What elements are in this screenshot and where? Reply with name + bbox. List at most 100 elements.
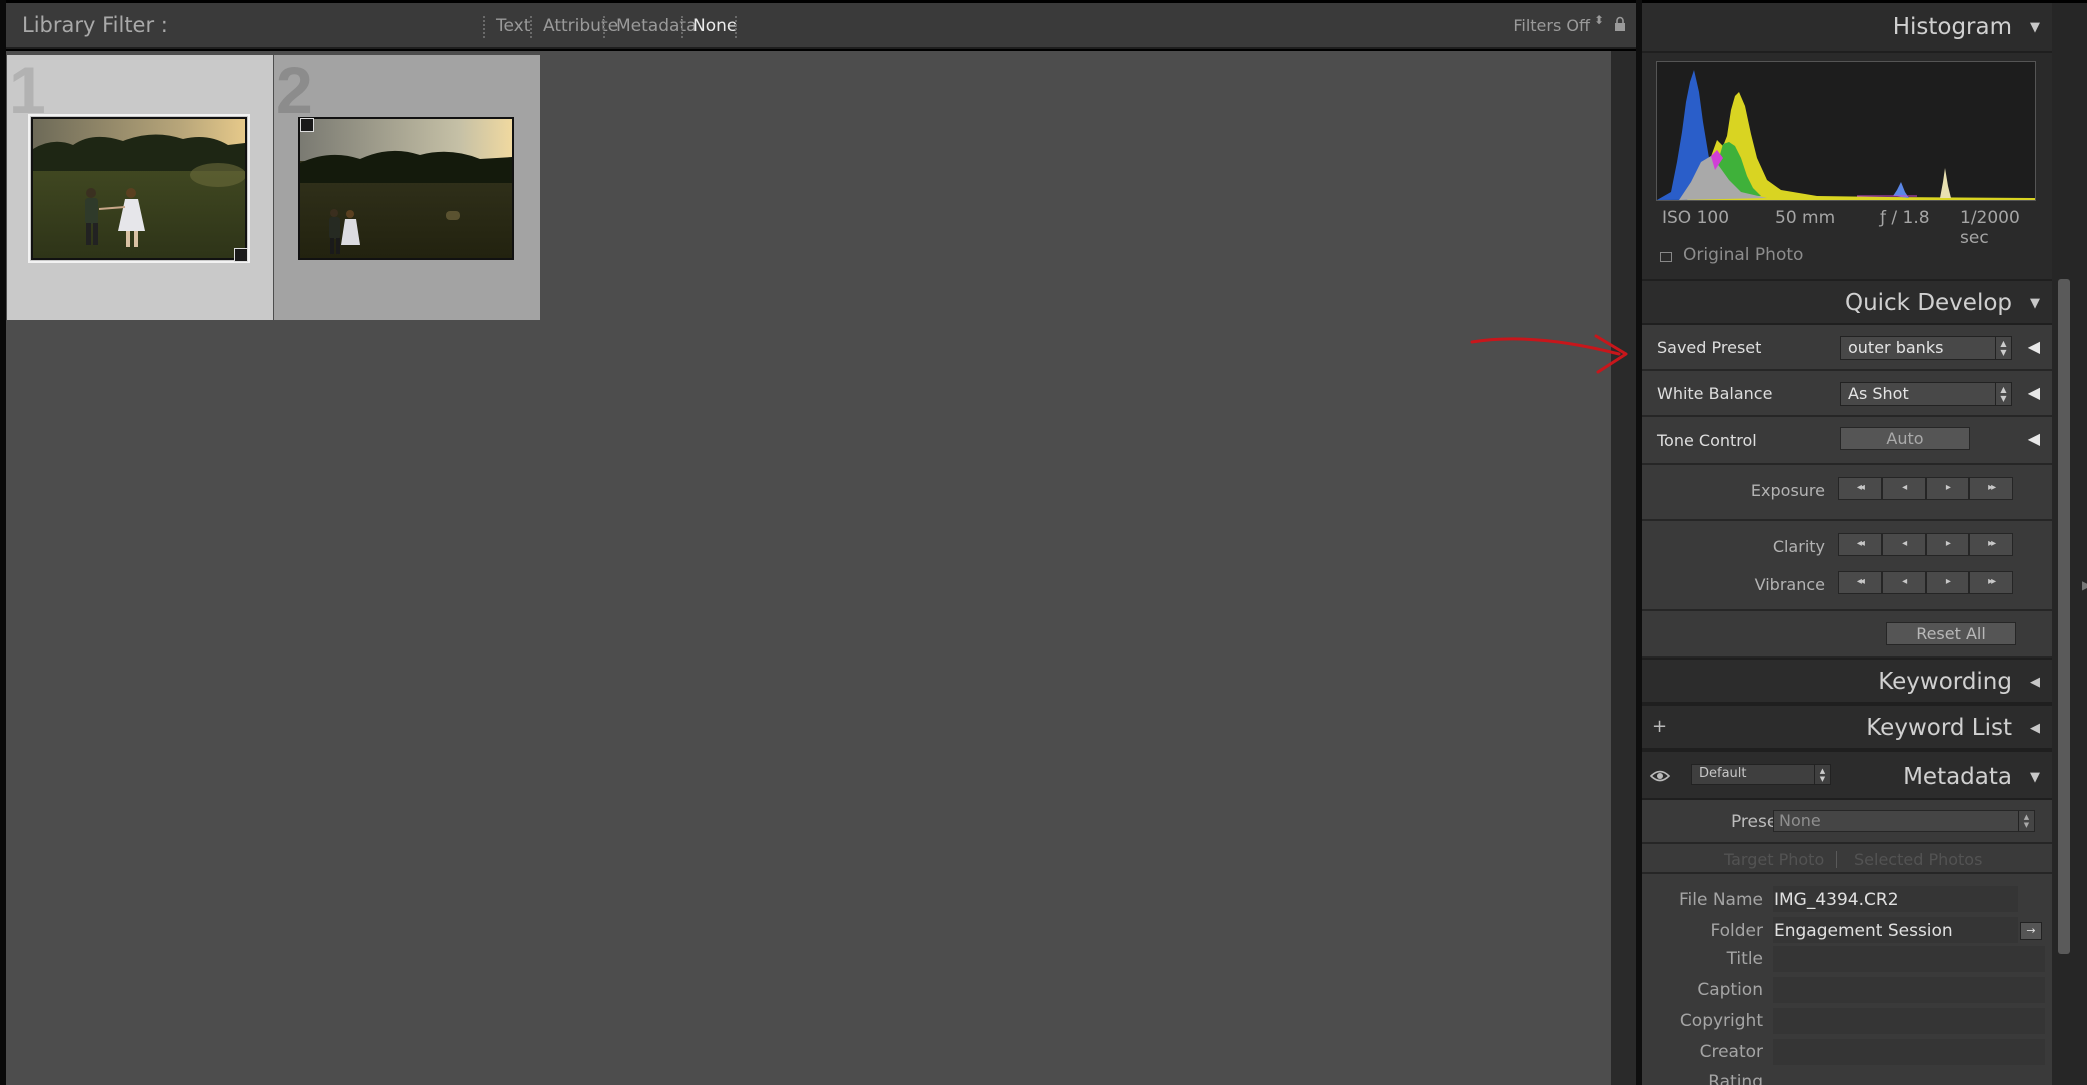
target-photo-option[interactable]: Target Photo	[1724, 850, 1824, 869]
histogram-header[interactable]: Histogram ▼	[1642, 3, 2052, 53]
metadata-header[interactable]: Default ▲ ▼ Metadata ▼	[1642, 750, 2052, 800]
vibrance-stepper: ◂◂ ◂ ▸ ▸▸	[1838, 571, 2013, 594]
vibrance-decrease-large-button[interactable]: ◂◂	[1838, 571, 1882, 594]
library-filter-bar: Library Filter : Text Attribute Metadata…	[6, 3, 1636, 49]
vibrance-label: Vibrance	[1754, 575, 1825, 594]
triangle-down-icon[interactable]: ▼	[2030, 770, 2040, 785]
tone-control-row: Tone Control Auto ◀	[1642, 417, 2052, 465]
exif-focal-length: 50 mm	[1775, 208, 1836, 228]
filter-separator	[483, 16, 485, 38]
vibrance-increase-large-button[interactable]: ▸▸	[1969, 571, 2013, 594]
clarity-decrease-button[interactable]: ◂	[1881, 533, 1926, 556]
folder-label: Folder	[1710, 921, 1763, 941]
vibrance-decrease-button[interactable]: ◂	[1881, 571, 1926, 594]
keywording-header[interactable]: Keywording ◀	[1642, 658, 2052, 704]
chevron-updown-icon[interactable]: ⬍	[1594, 14, 1604, 26]
reset-all-button[interactable]: Reset All	[1886, 622, 2016, 645]
filter-separator	[530, 16, 532, 38]
exif-iso: ISO 100	[1662, 208, 1730, 228]
clarity-stepper: ◂◂ ◂ ▸ ▸▸	[1838, 533, 2013, 556]
triangle-left-icon[interactable]: ◀	[2028, 337, 2040, 356]
photo-thumbnail[interactable]	[28, 114, 250, 263]
go-to-folder-icon[interactable]: →	[2020, 922, 2042, 940]
triangle-left-icon[interactable]: ◀	[2030, 721, 2040, 736]
photo-thumbnail[interactable]	[298, 117, 514, 260]
selected-photos-option[interactable]: Selected Photos	[1854, 850, 1982, 869]
right-panel: Histogram ▼ ISO 100 50 mm ƒ / 1.8 1/2000…	[1642, 3, 2052, 1085]
reset-all-row: Reset All	[1642, 611, 2052, 658]
eye-icon[interactable]	[1650, 768, 1670, 784]
quick-develop-header[interactable]: Quick Develop ▼	[1642, 279, 2052, 325]
tone-control-label: Tone Control	[1657, 431, 1757, 450]
filter-separator	[735, 16, 737, 38]
saved-preset-select[interactable]: outer banks ▲ ▼	[1840, 336, 2012, 360]
virtual-copy-badge-icon[interactable]	[300, 118, 314, 132]
presence-rows: Clarity ◂◂ ◂ ▸ ▸▸ Vibrance ◂◂ ◂ ▸ ▸▸	[1642, 521, 2052, 611]
panel-scrollbar[interactable]: ▶	[2052, 3, 2087, 1085]
original-photo-checkbox[interactable]	[1660, 252, 1672, 262]
clarity-decrease-large-button[interactable]: ◂◂	[1838, 533, 1882, 556]
saved-preset-value: outer banks	[1848, 338, 1944, 357]
exposure-label: Exposure	[1750, 481, 1825, 500]
filters-off-dropdown[interactable]: Filters Off	[1513, 16, 1590, 35]
exposure-row: Exposure ◂◂ ◂ ▸ ▸▸	[1642, 465, 2052, 521]
panel-scrollbar-thumb[interactable]	[2058, 279, 2070, 954]
file-name-label: File Name	[1678, 890, 1763, 910]
exposure-decrease-large-button[interactable]: ◂◂	[1838, 477, 1882, 500]
filter-separator	[603, 16, 605, 38]
caption-field[interactable]	[1773, 977, 2045, 1003]
title-field[interactable]	[1773, 946, 2045, 972]
add-keyword-button[interactable]: +	[1652, 716, 1667, 737]
filter-tab-attribute[interactable]: Attribute	[543, 16, 618, 36]
vibrance-increase-button[interactable]: ▸	[1925, 571, 1970, 594]
clarity-increase-large-button[interactable]: ▸▸	[1969, 533, 2013, 556]
chevron-updown-icon: ▲ ▼	[1995, 383, 2011, 405]
metadata-view-select[interactable]: Default ▲ ▼	[1691, 764, 1831, 785]
develop-adjusted-badge-icon[interactable]	[234, 248, 248, 262]
grid-scrollbar-track[interactable]	[1611, 51, 1636, 1085]
target-selection-row: Target Photo Selected Photos	[1642, 846, 2052, 874]
metadata-preset-row: Preset None ▲ ▼	[1642, 800, 2052, 844]
exposure-decrease-button[interactable]: ◂	[1881, 477, 1926, 500]
triangle-left-icon[interactable]: ◀	[2030, 675, 2040, 690]
cell-index: 2	[276, 53, 313, 127]
grid-cell[interactable]: 1	[7, 55, 273, 320]
grid-cell[interactable]: 2	[274, 55, 540, 320]
exposure-increase-large-button[interactable]: ▸▸	[1969, 477, 2013, 500]
caption-label: Caption	[1697, 980, 1763, 1000]
filter-tab-metadata[interactable]: Metadata	[616, 16, 697, 36]
filter-tab-text[interactable]: Text	[496, 16, 530, 36]
cell-index: 1	[9, 53, 46, 127]
triangle-down-icon[interactable]: ▼	[2030, 20, 2040, 35]
keyword-list-title: Keyword List	[1866, 715, 2012, 741]
metadata-body: Preset None ▲ ▼ Target Photo Selected Pho…	[1642, 800, 2052, 1085]
triangle-left-icon[interactable]: ◀	[2028, 383, 2040, 402]
auto-tone-button[interactable]: Auto	[1840, 427, 1970, 450]
divider	[1836, 851, 1837, 868]
metadata-preset-select[interactable]: None ▲ ▼	[1773, 810, 2035, 832]
exif-aperture: ƒ / 1.8	[1880, 208, 1930, 228]
chevron-updown-icon: ▲ ▼	[2018, 811, 2034, 831]
chevron-updown-icon: ▲ ▼	[1814, 765, 1830, 784]
filter-tab-none[interactable]: None	[693, 16, 737, 36]
clarity-increase-button[interactable]: ▸	[1925, 533, 1970, 556]
metadata-title: Metadata	[1903, 764, 2012, 790]
chevron-updown-icon: ▲ ▼	[1995, 337, 2011, 359]
saved-preset-label: Saved Preset	[1657, 338, 1762, 357]
saved-preset-row: Saved Preset outer banks ▲ ▼ ◀	[1642, 325, 2052, 371]
white-balance-label: White Balance	[1657, 384, 1773, 403]
panel-collapse-arrow-icon[interactable]: ▶	[2082, 578, 2087, 592]
white-balance-value: As Shot	[1848, 384, 1909, 403]
histogram-graph[interactable]	[1656, 61, 2036, 201]
lock-icon[interactable]	[1614, 16, 1626, 32]
title-label: Title	[1726, 949, 1763, 969]
white-balance-row: White Balance As Shot ▲ ▼ ◀	[1642, 371, 2052, 417]
triangle-down-icon[interactable]: ▼	[2030, 296, 2040, 311]
triangle-left-icon[interactable]: ◀	[2028, 429, 2040, 448]
exposure-increase-button[interactable]: ▸	[1925, 477, 1970, 500]
keyword-list-header[interactable]: + Keyword List ◀	[1642, 704, 2052, 750]
white-balance-select[interactable]: As Shot ▲ ▼	[1840, 382, 2012, 406]
copyright-field[interactable]	[1773, 1008, 2045, 1034]
creator-field[interactable]	[1773, 1039, 2045, 1065]
library-filter-title: Library Filter :	[22, 13, 168, 37]
